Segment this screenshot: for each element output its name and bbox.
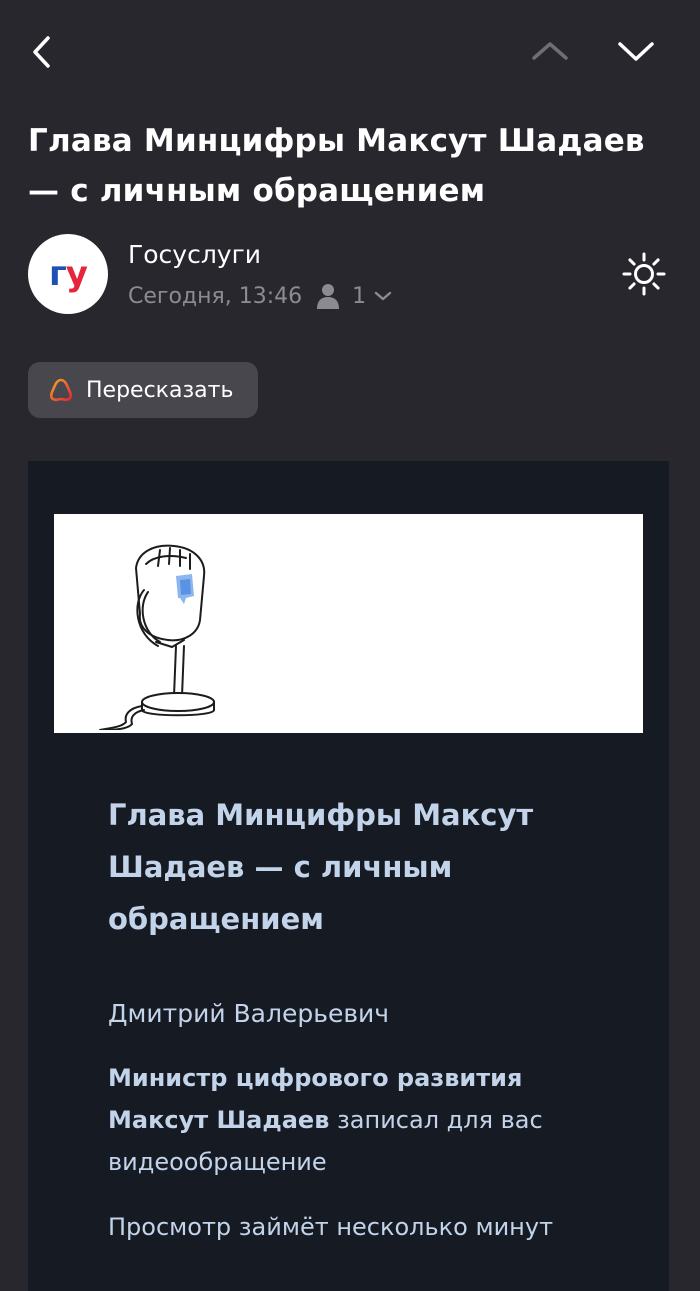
email-date: Сегодня, 13:46 — [128, 283, 303, 309]
email-meta[interactable]: Сегодня, 13:46 1 — [128, 282, 392, 310]
sun-icon[interactable] — [622, 252, 666, 296]
avatar-logo: гу — [49, 254, 88, 294]
avatar-letter-u: у — [65, 254, 88, 294]
expand-recipients-icon[interactable] — [374, 290, 392, 302]
email-content: Глава Минцифры Максут Шадаев — с личным … — [28, 461, 669, 1291]
alice-icon — [49, 378, 73, 402]
next-email-icon[interactable] — [612, 34, 660, 68]
avatar-letter-g: г — [49, 254, 67, 294]
retell-label: Пересказать — [86, 377, 234, 403]
recipients-count: 1 — [352, 283, 367, 309]
email-title: Глава Минцифры Максут Шадаев — с личным … — [108, 798, 534, 936]
email-greeting: Дмитрий Валерьевич — [108, 999, 390, 1028]
email-paragraph-2: Просмотр займёт несколько минут — [108, 1213, 554, 1241]
email-banner — [54, 514, 643, 733]
email-subject: Глава Минцифры Максут Шадаев — с личным … — [28, 123, 645, 209]
retell-button[interactable]: Пересказать — [28, 362, 258, 418]
sender-row: гу Госуслуги Сегодня, 13:46 1 — [28, 232, 678, 316]
top-toolbar — [0, 0, 700, 100]
microphone-illustration — [99, 544, 215, 730]
sender-name[interactable]: Госуслуги — [128, 240, 261, 269]
sender-avatar[interactable]: гу — [28, 234, 108, 314]
person-icon — [317, 284, 340, 309]
email-paragraph: Министр цифрового развития Максут Шадаев… — [108, 1057, 628, 1183]
back-arrow-icon[interactable] — [26, 30, 58, 74]
previous-email-icon[interactable] — [528, 34, 572, 68]
